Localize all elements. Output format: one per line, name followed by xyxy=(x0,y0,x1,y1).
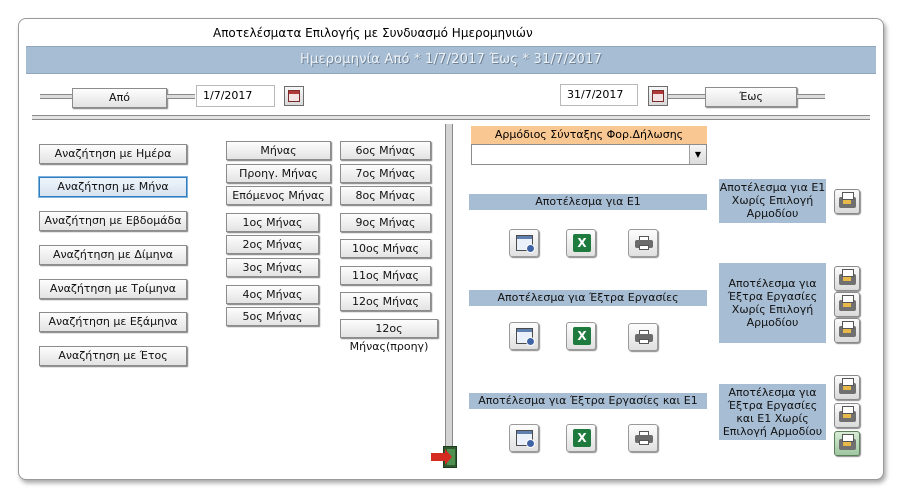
month-previous-button[interactable]: Προηγ. Μήνας xyxy=(226,164,331,183)
print-icon xyxy=(839,434,856,450)
month-4-button[interactable]: 4ος Μήνας xyxy=(226,285,319,304)
month-1-button[interactable]: 1ος Μήνας xyxy=(226,213,319,232)
extra-no-responsible-print-button-1[interactable] xyxy=(834,266,860,291)
print-icon xyxy=(635,431,653,445)
extra-print-button[interactable] xyxy=(628,323,658,351)
extra-calendar-button[interactable] xyxy=(509,322,539,350)
vertical-separator[interactable] xyxy=(445,124,453,467)
calendar-icon xyxy=(516,430,535,448)
e1-no-responsible-print-button[interactable] xyxy=(834,189,860,214)
section-e1-label: Αποτέλεσμα για Ε1 xyxy=(469,194,707,210)
extra-e1-no-responsible-print-button-2[interactable] xyxy=(834,403,860,428)
month-12-button[interactable]: 12ος Μήνας xyxy=(340,292,431,311)
extra-e1-no-responsible-print-button-1[interactable] xyxy=(834,375,860,400)
to-line-right xyxy=(797,94,825,99)
month-10-button[interactable]: 10ος Μήνας xyxy=(340,239,431,258)
search-by-week-button[interactable]: Αναζήτηση με Εβδομάδα xyxy=(39,211,187,231)
month-6-button[interactable]: 6ος Μήνας xyxy=(340,141,431,160)
date-range-header: Ημερομηνία Από * 1/7/2017 Έως * 31/7/201… xyxy=(26,46,876,74)
date-range-text: Ημερομηνία Από * 1/7/2017 Έως * 31/7/201… xyxy=(300,52,602,67)
e1-print-button[interactable] xyxy=(628,229,658,257)
print-icon xyxy=(839,269,856,285)
month-11-button[interactable]: 11ος Μήνας xyxy=(340,266,431,285)
extra-e1-print-button[interactable] xyxy=(628,424,658,452)
month-7-button[interactable]: 7ος Μήνας xyxy=(340,164,431,183)
print-icon xyxy=(839,321,856,337)
month-current-button[interactable]: Μήνας xyxy=(226,141,331,160)
responsible-select[interactable]: ▼ xyxy=(471,144,707,165)
extra-e1-no-responsible-label: Αποτέλεσμα για Έξτρα Εργασίες και Ε1 Χωρ… xyxy=(719,384,826,440)
horizontal-separator xyxy=(32,115,870,120)
to-button[interactable]: Έως xyxy=(705,87,797,107)
to-line-left xyxy=(668,94,706,99)
to-date-field[interactable]: 31/7/2017 xyxy=(560,84,638,106)
e1-calendar-button[interactable] xyxy=(509,229,539,257)
chevron-down-icon[interactable]: ▼ xyxy=(689,145,706,164)
e1-no-responsible-label: Αποτέλεσμα για Ε1 Χωρίς Επιλογή Αρμοδίου xyxy=(719,179,826,223)
extra-no-responsible-print-button-3[interactable] xyxy=(834,318,860,343)
search-by-month-button[interactable]: Αναζήτηση με Μήνα xyxy=(39,177,187,197)
print-icon xyxy=(839,406,856,422)
section-extra-label: Αποτέλεσμα για Έξτρα Εργασίες xyxy=(469,290,707,306)
extra-e1-no-responsible-print-button-3[interactable] xyxy=(834,431,860,456)
calendar-icon xyxy=(516,328,535,346)
search-by-quarter-button[interactable]: Αναζήτηση με Τρίμηνα xyxy=(39,279,187,299)
extra-excel-button[interactable]: X xyxy=(566,322,596,350)
from-date-field[interactable]: 1/7/2017 xyxy=(196,85,275,107)
month-8-button[interactable]: 8ος Μήνας xyxy=(340,186,431,205)
from-line-left xyxy=(40,94,72,99)
from-line-right xyxy=(167,94,195,99)
responsible-label: Αρμόδιος Σύνταξης Φορ.Δήλωσης xyxy=(471,126,707,144)
print-icon xyxy=(839,192,856,208)
print-icon xyxy=(839,295,856,311)
search-by-bimonth-button[interactable]: Αναζήτηση με Δίμηνα xyxy=(39,245,187,265)
search-by-semester-button[interactable]: Αναζήτηση με Εξάμηνα xyxy=(39,312,187,332)
calendar-icon xyxy=(516,235,535,253)
print-icon xyxy=(635,330,653,344)
exit-icon[interactable] xyxy=(431,446,459,470)
month-12-previous-button[interactable]: 12ος Μήνας(προηγ) xyxy=(340,319,438,353)
month-9-button[interactable]: 9ος Μήνας xyxy=(340,213,431,232)
extra-e1-excel-button[interactable]: X xyxy=(566,424,596,452)
search-by-year-button[interactable]: Αναζήτηση με Έτος xyxy=(39,346,187,366)
print-icon xyxy=(635,236,653,250)
search-by-day-button[interactable]: Αναζήτηση με Ημέρα xyxy=(39,144,187,164)
month-5-button[interactable]: 5ος Μήνας xyxy=(226,307,319,326)
extra-no-responsible-label: Αποτέλεσμα για Έξτρα Εργασίες Χωρίς Επιλ… xyxy=(719,263,826,343)
to-calendar-icon[interactable] xyxy=(648,86,668,106)
excel-icon: X xyxy=(573,234,591,252)
from-button[interactable]: Από xyxy=(72,88,167,108)
extra-e1-calendar-button[interactable] xyxy=(509,424,539,452)
e1-excel-button[interactable]: X xyxy=(566,229,596,257)
section-extra-e1-label: Αποτέλεσμα για Έξτρα Εργασίες και Ε1 xyxy=(469,393,707,409)
month-next-button[interactable]: Επόμενος Μήνας xyxy=(226,186,331,205)
window-title: Αποτελέσματα Επιλογής με Συνδυασμό Ημερο… xyxy=(213,26,533,40)
month-2-button[interactable]: 2ος Μήνας xyxy=(226,235,319,254)
extra-no-responsible-print-button-2[interactable] xyxy=(834,292,860,317)
excel-icon: X xyxy=(573,327,591,345)
month-3-button[interactable]: 3ος Μήνας xyxy=(226,258,319,277)
from-calendar-icon[interactable] xyxy=(284,86,304,106)
excel-icon: X xyxy=(573,429,591,447)
print-icon xyxy=(839,378,856,394)
